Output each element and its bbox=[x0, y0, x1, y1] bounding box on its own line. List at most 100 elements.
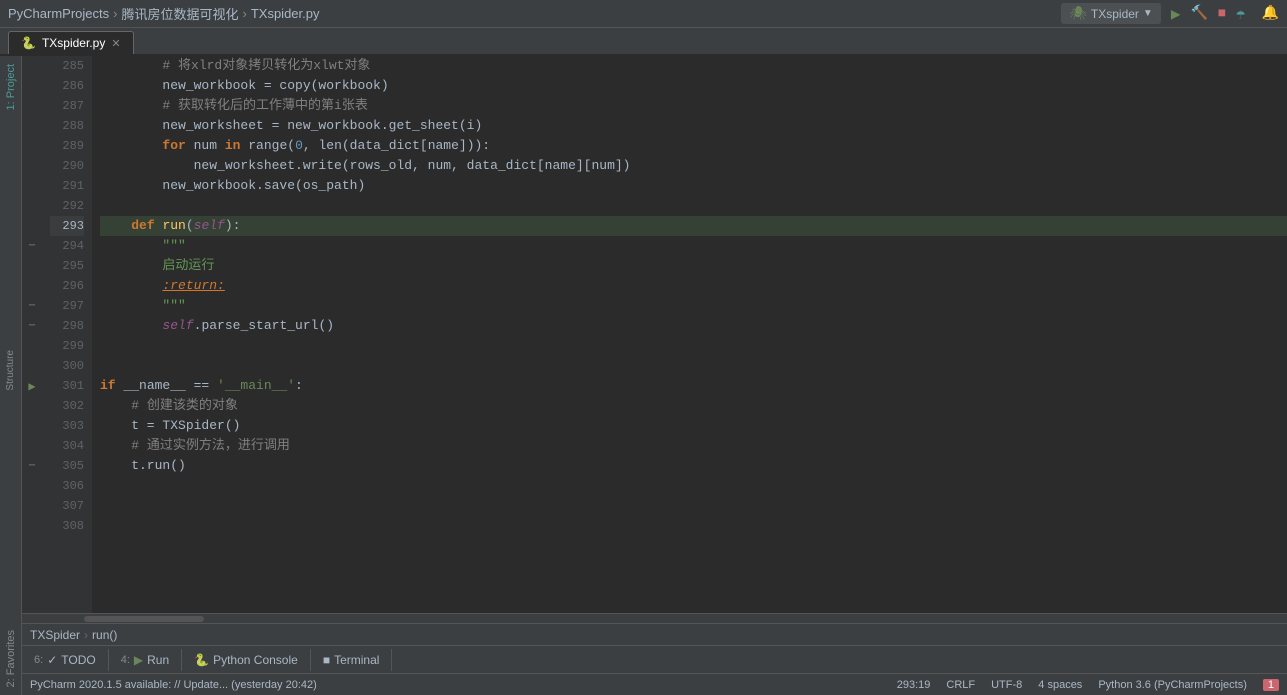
code-line-307 bbox=[100, 496, 1287, 516]
line-num-292: 292 bbox=[50, 196, 84, 216]
title-bar: PyCharmProjects › 腾讯房位数据可视化 › TXspider.p… bbox=[0, 0, 1287, 28]
status-indent[interactable]: 4 spaces bbox=[1038, 679, 1082, 691]
coverage-button[interactable]: ☂ bbox=[1234, 2, 1248, 26]
run-marker-icon[interactable]: ▶ bbox=[28, 379, 35, 394]
h-scroll-thumb[interactable] bbox=[84, 616, 204, 622]
code-line-288: new_worksheet = new_workbook.get_sheet(i… bbox=[100, 116, 1287, 136]
notifications-icon[interactable]: 🔔 bbox=[1262, 5, 1279, 22]
code-scroll[interactable]: ─ ─ ─ ▶ ─ 2852862872882892902912922932942952… bbox=[22, 56, 1287, 613]
code-segment: def bbox=[131, 216, 154, 236]
code-segment: # 将xlrd对象拷贝转化为xlwt对象 bbox=[162, 56, 370, 76]
code-segment: 启动运行 bbox=[100, 256, 214, 276]
breadcrumb-txspider[interactable]: TXSpider bbox=[30, 628, 80, 642]
code-segment: ( bbox=[186, 216, 194, 236]
file-tab-txspider[interactable]: 🐍 TXspider.py ✕ bbox=[8, 31, 134, 54]
python-console-icon: 🐍 bbox=[194, 653, 209, 667]
code-segment: in bbox=[225, 136, 241, 156]
status-encoding[interactable]: UTF-8 bbox=[991, 679, 1022, 691]
tab-todo[interactable]: 6: ✓ TODO bbox=[22, 649, 109, 671]
line-numbers: 2852862872882892902912922932942952962972… bbox=[42, 56, 92, 613]
line-num-297: 297 bbox=[50, 296, 84, 316]
code-line-301: if __name__ == '__main__': bbox=[100, 376, 1287, 396]
gutter-line-289 bbox=[22, 136, 42, 156]
python-console-label: Python Console bbox=[213, 653, 298, 667]
gutter-line-286 bbox=[22, 76, 42, 96]
gutter-line-300 bbox=[22, 356, 42, 376]
gutter-line-288 bbox=[22, 116, 42, 136]
tab-terminal[interactable]: ■ Terminal bbox=[311, 649, 393, 671]
gutter-line-301: ▶ bbox=[22, 376, 42, 396]
status-notifications[interactable]: 1 bbox=[1263, 679, 1279, 691]
line-num-295: 295 bbox=[50, 256, 84, 276]
file-label[interactable]: TXspider.py bbox=[251, 6, 320, 21]
run-button[interactable]: ▶ bbox=[1169, 2, 1183, 26]
fold-icon[interactable]: ─ bbox=[29, 241, 35, 252]
code-segment: range( bbox=[240, 136, 295, 156]
code-line-286: new_workbook = copy(workbook) bbox=[100, 76, 1287, 96]
status-right: 293:19 CRLF UTF-8 4 spaces Python 3.6 (P… bbox=[897, 679, 1279, 691]
gutter-line-302 bbox=[22, 396, 42, 416]
line-num-287: 287 bbox=[50, 96, 84, 116]
code-segment: .parse_start_url() bbox=[194, 316, 334, 336]
tab-bar: 🐍 TXspider.py ✕ bbox=[0, 28, 1287, 56]
tab-python-console[interactable]: 🐍 Python Console bbox=[182, 649, 311, 671]
code-segment: ): bbox=[225, 216, 241, 236]
gutter-line-297: ─ bbox=[22, 296, 42, 316]
sidebar-item-favorites[interactable]: 2: Favorites bbox=[5, 622, 17, 695]
code-segment: num bbox=[186, 136, 225, 156]
code-segment: """ bbox=[100, 236, 186, 256]
code-segment: :return: bbox=[162, 276, 224, 296]
breadcrumb: TXSpider › run() bbox=[22, 623, 1287, 645]
sidebar-item-project[interactable]: 1: Project bbox=[5, 56, 17, 118]
line-num-288: 288 bbox=[50, 116, 84, 136]
code-line-305: t.run() bbox=[100, 456, 1287, 476]
todo-label: TODO bbox=[61, 653, 95, 667]
terminal-icon: ■ bbox=[323, 653, 330, 667]
line-num-300: 300 bbox=[50, 356, 84, 376]
code-segment bbox=[100, 276, 162, 296]
code-line-306 bbox=[100, 476, 1287, 496]
code-segment bbox=[100, 216, 131, 236]
project-label[interactable]: PyCharmProjects bbox=[8, 6, 109, 21]
code-line-294: """ bbox=[100, 236, 1287, 256]
code-segment: new_worksheet.write(rows_old, num, data_… bbox=[100, 156, 631, 176]
sidebar-item-structure[interactable]: Structure bbox=[5, 342, 16, 399]
toolbar-buttons: ▶ 🔨 ⏹ ☂ 🔔 bbox=[1169, 2, 1279, 26]
folder-label[interactable]: 腾讯房位数据可视化 bbox=[121, 4, 238, 23]
main-content: 1: Project Structure 2: Favorites ─ ─ ─ ▶ ─ … bbox=[0, 56, 1287, 695]
line-num-290: 290 bbox=[50, 156, 84, 176]
line-num-302: 302 bbox=[50, 396, 84, 416]
build-button[interactable]: 🔨 bbox=[1188, 3, 1209, 24]
stop-button[interactable]: ⏹ bbox=[1216, 3, 1228, 25]
tab-run[interactable]: 4: ▶ Run bbox=[109, 649, 182, 671]
close-icon[interactable]: ✕ bbox=[111, 37, 120, 50]
code-line-302: # 创建该类的对象 bbox=[100, 396, 1287, 416]
code-segment: # 获取转化后的工作薄中的第i张表 bbox=[162, 96, 367, 116]
status-line-endings[interactable]: CRLF bbox=[946, 679, 975, 691]
fold-icon[interactable]: ─ bbox=[29, 461, 35, 472]
status-python[interactable]: Python 3.6 (PyCharmProjects) bbox=[1098, 679, 1247, 691]
status-position[interactable]: 293:19 bbox=[897, 679, 931, 691]
code-segment: t = TXSpider() bbox=[100, 416, 240, 436]
gutter-line-292 bbox=[22, 196, 42, 216]
fold-icon[interactable]: ─ bbox=[29, 321, 35, 332]
code-segment: self bbox=[162, 316, 193, 336]
code-segment bbox=[100, 396, 131, 416]
breadcrumb-run[interactable]: run() bbox=[92, 628, 117, 642]
code-content[interactable]: # 将xlrd对象拷贝转化为xlwt对象 new_workbook = copy… bbox=[92, 56, 1287, 613]
title-sep1: › bbox=[113, 6, 117, 21]
code-line-308 bbox=[100, 516, 1287, 536]
editor-area: ─ ─ ─ ▶ ─ 2852862872882892902912922932942952… bbox=[22, 56, 1287, 695]
code-segment: # 通过实例方法，进行调用 bbox=[131, 436, 290, 456]
line-num-305: 305 bbox=[50, 456, 84, 476]
left-panel: 1: Project Structure 2: Favorites bbox=[0, 56, 22, 695]
code-line-298: self.parse_start_url() bbox=[100, 316, 1287, 336]
line-num-285: 285 bbox=[50, 56, 84, 76]
fold-icon[interactable]: ─ bbox=[29, 301, 35, 312]
horizontal-scroll[interactable] bbox=[22, 613, 1287, 623]
run-config[interactable]: 🕷 TXspider ▼ bbox=[1061, 3, 1161, 24]
code-segment: new_workbook.save(os_path) bbox=[100, 176, 365, 196]
code-line-299 bbox=[100, 336, 1287, 356]
run-num: 4: bbox=[121, 654, 130, 666]
code-line-300 bbox=[100, 356, 1287, 376]
